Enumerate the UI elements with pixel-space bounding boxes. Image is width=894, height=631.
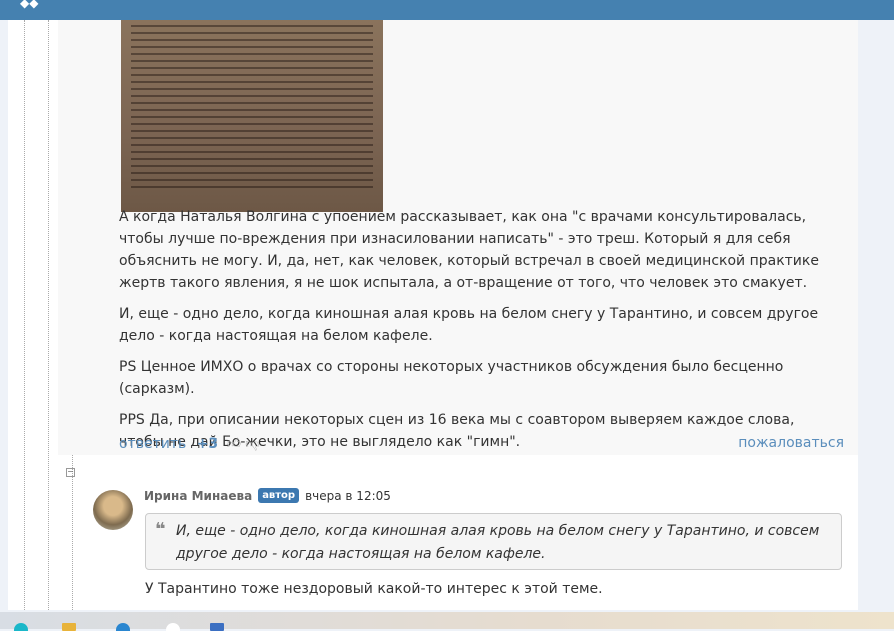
- rating-count: +3: [196, 436, 219, 452]
- quote-text: И, еще - одно дело, когда киношная алая …: [176, 523, 820, 562]
- store-icon[interactable]: [116, 623, 130, 631]
- report-link[interactable]: пожаловаться: [738, 435, 844, 451]
- collapse-toggle[interactable]: −: [66, 468, 75, 477]
- thread-line: [48, 20, 49, 610]
- site-header: ◆◆: [0, 0, 894, 20]
- comment-time[interactable]: вчера в 12:05: [305, 489, 391, 503]
- comment-paragraph: А когда Наталья Волгина с упоением расск…: [119, 209, 819, 291]
- comment-paragraph: И, еще - одно дело, когда киношная алая …: [119, 306, 819, 344]
- taskbar: [0, 612, 894, 631]
- file-explorer-icon[interactable]: [62, 623, 76, 631]
- author-name[interactable]: Ирина Минаева: [144, 489, 252, 503]
- thread-line: [24, 20, 25, 610]
- quote-icon: ❝: [155, 519, 166, 540]
- thumbs-down-icon[interactable]: 👎︎: [245, 436, 259, 452]
- reply-link[interactable]: ответить: [119, 436, 186, 452]
- thread-line: [72, 455, 73, 610]
- comment-actions: ответить +3 👍︎ 👎︎ пожаловаться: [119, 435, 844, 453]
- edge-browser-icon[interactable]: [14, 623, 28, 631]
- comment-paragraph: PS Ценное ИМХО о врачах со стороны некот…: [119, 359, 784, 397]
- comment-meta: Ирина Минаева автор вчера в 12:05: [144, 488, 391, 503]
- author-badge: автор: [258, 488, 300, 503]
- reply-text: У Тарантино тоже нездоровый какой-то инт…: [145, 581, 603, 597]
- thumbs-up-icon[interactable]: 👍︎: [227, 436, 242, 452]
- avatar[interactable]: [93, 490, 133, 530]
- comment-text: А когда Наталья Волгина с упоением расск…: [119, 206, 839, 462]
- quote-block: ❝ И, еще - одно дело, когда киношная ала…: [145, 513, 842, 570]
- app-icon[interactable]: [210, 623, 224, 631]
- site-logo-icon[interactable]: ◆◆: [20, 0, 46, 9]
- app-icon[interactable]: [166, 623, 180, 631]
- book-page-photo[interactable]: [121, 20, 383, 212]
